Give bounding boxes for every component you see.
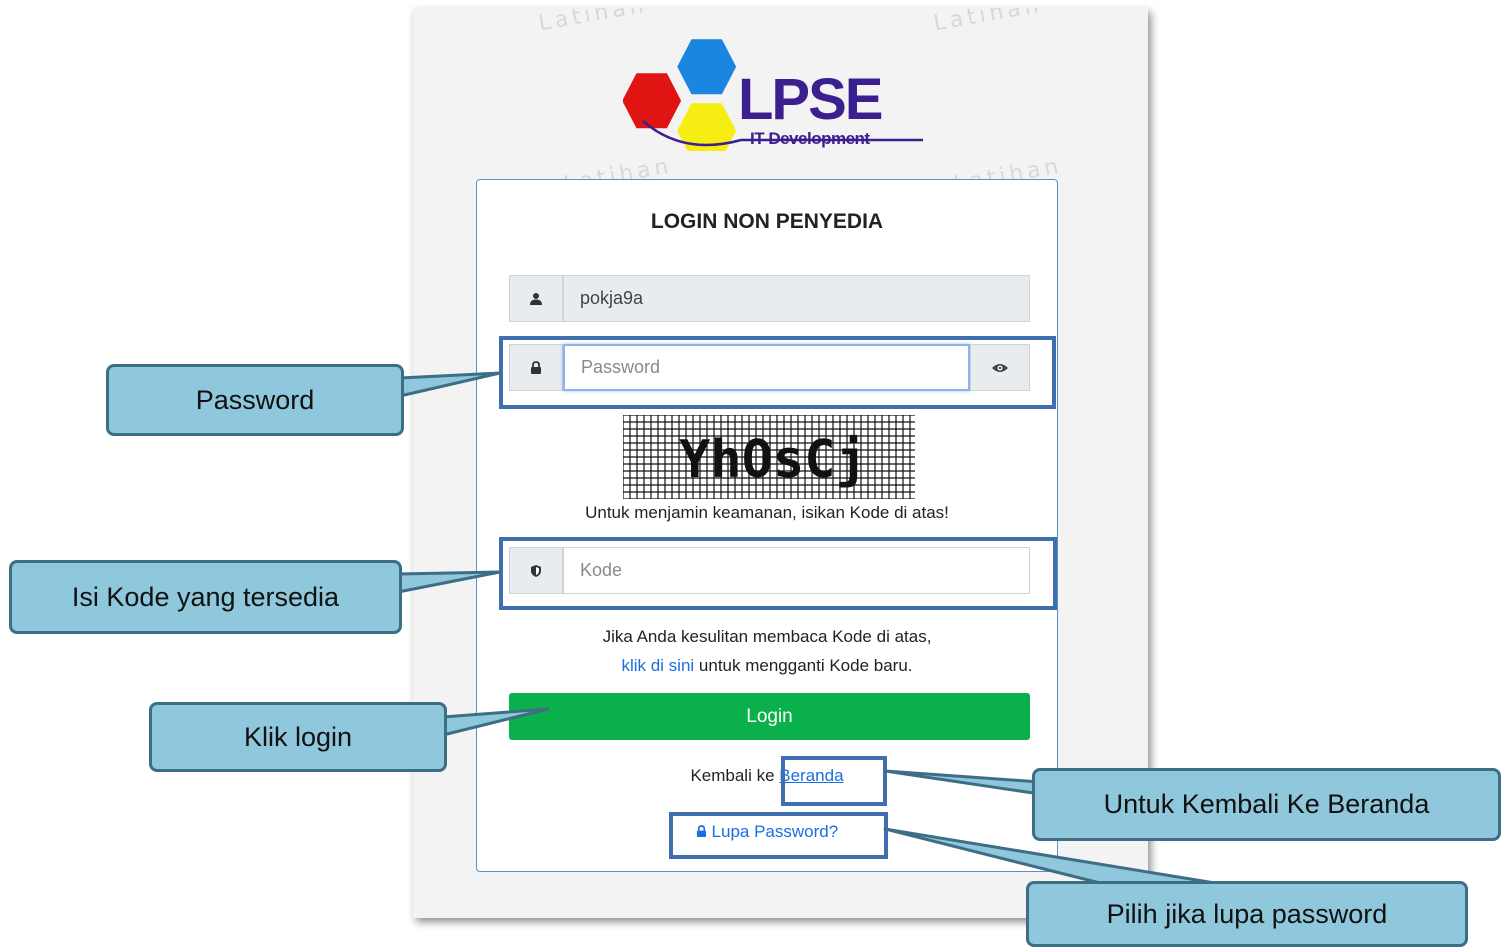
callout-password: Password: [106, 364, 404, 436]
callout-code: Isi Kode yang tersedia: [9, 560, 402, 634]
callout-forgot: Pilih jika lupa password: [1026, 881, 1468, 947]
callout-login: Klik login: [149, 702, 447, 772]
callout-home: Untuk Kembali Ke Beranda: [1032, 768, 1501, 841]
